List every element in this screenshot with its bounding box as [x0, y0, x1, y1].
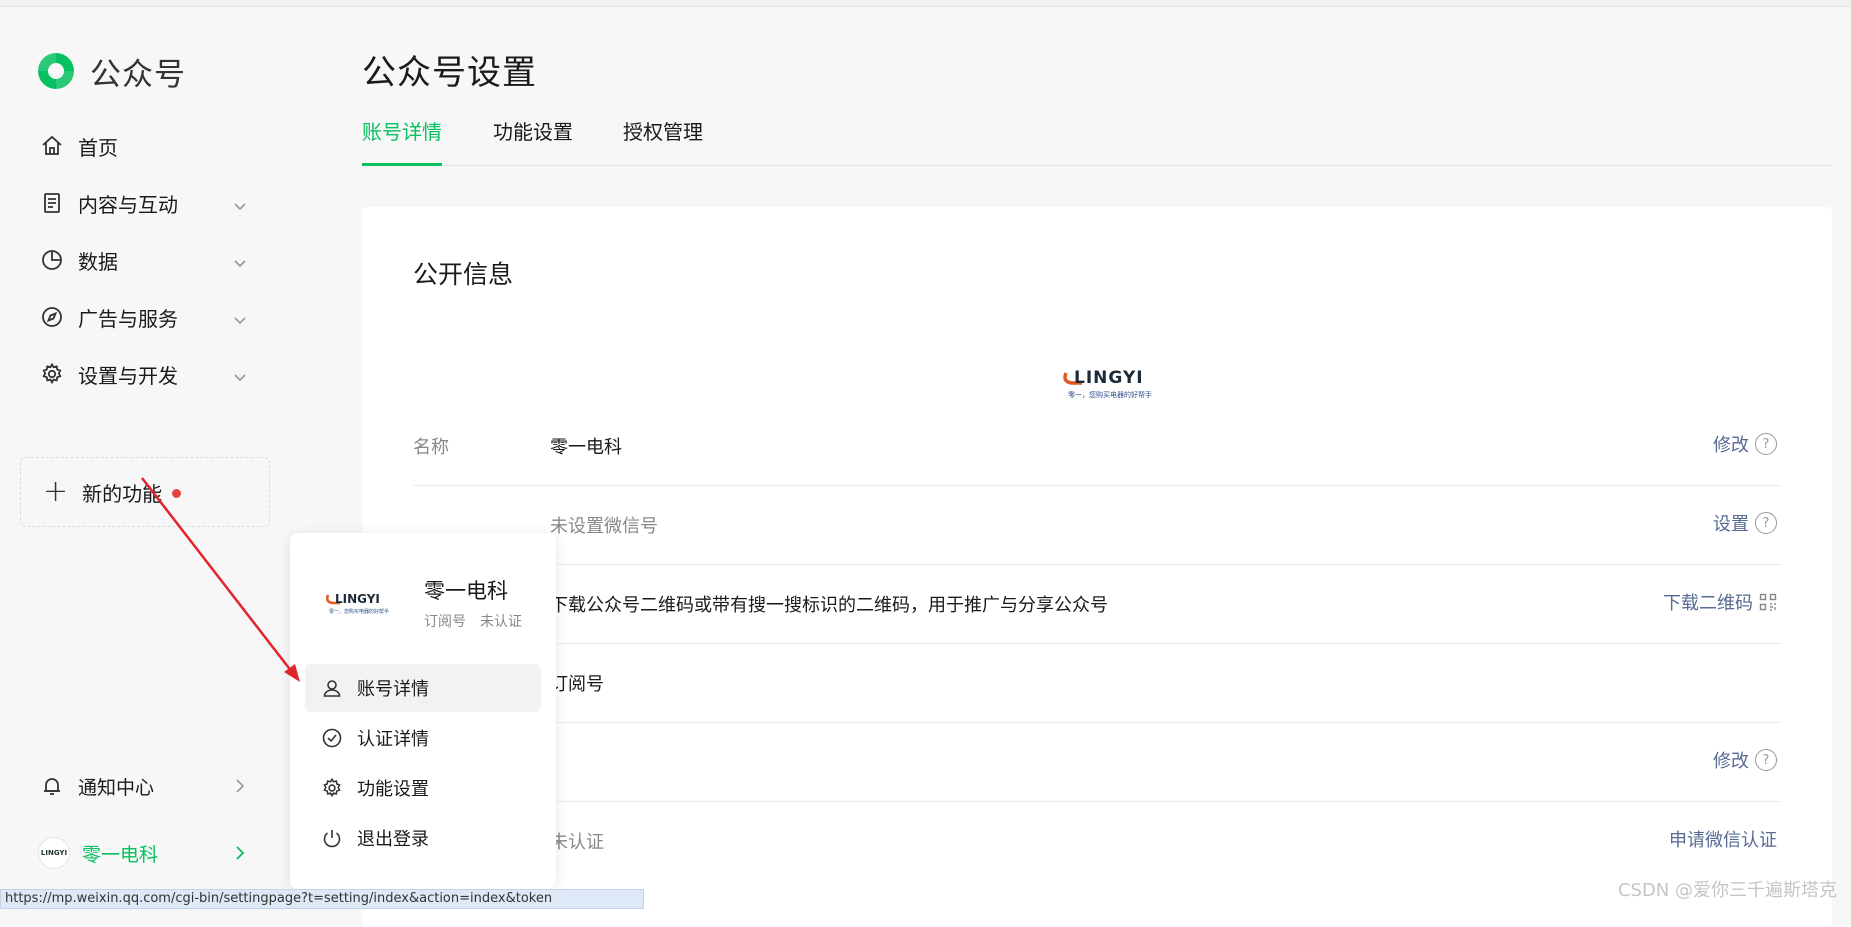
action-label: 修改	[1713, 751, 1749, 772]
plus-icon: +	[43, 474, 69, 509]
row-value: 未设置微信号	[550, 516, 658, 537]
popover-header: LINGYI 零一，您购买电器的好帮手 零一电科 订阅号 未认证	[320, 573, 550, 643]
sidebar-item-label: 数据	[78, 249, 118, 274]
download-qrcode-link[interactable]: 下载二维码	[1663, 589, 1777, 615]
apply-verification-link[interactable]: 申请微信认证	[1669, 826, 1777, 852]
account-logo: LINGYI 零一，您购买电器的好帮手	[325, 592, 389, 615]
popover-item-label: 功能设置	[357, 779, 429, 800]
info-row-wechat-id: 未设置微信号 设置 ?	[413, 486, 1781, 565]
sidebar-item-label: 广告与服务	[78, 306, 178, 331]
page-title: 公众号设置	[362, 53, 537, 93]
action-label: 申请微信认证	[1669, 830, 1777, 851]
info-row-intro: 修改 ?	[413, 723, 1781, 802]
row-value: 未认证	[550, 832, 604, 853]
sidebar-item-content[interactable]: 内容与互动	[20, 177, 260, 229]
sidebar-account[interactable]: LINGYI 零一电科	[20, 827, 260, 879]
brand-title: 公众号	[90, 56, 186, 93]
tab-authorization[interactable]: 授权管理	[623, 115, 703, 163]
tab-account-details[interactable]: 账号详情	[362, 115, 442, 166]
brand[interactable]: 公众号	[34, 47, 186, 95]
sidebar-item-home[interactable]: 首页	[20, 120, 260, 172]
row-value: 零一电科	[550, 437, 622, 458]
popover-item-verification[interactable]: 认证详情	[305, 714, 541, 762]
account-type: 订阅号	[424, 614, 466, 630]
popover-item-label: 退出登录	[357, 829, 429, 850]
action-label: 设置	[1713, 514, 1749, 535]
info-row-type: 订阅号	[413, 644, 1781, 723]
user-icon	[321, 677, 343, 699]
sidebar-item-notifications[interactable]: 通知中心	[20, 760, 260, 812]
window-top-edge	[0, 0, 1851, 7]
help-icon[interactable]: ?	[1755, 433, 1777, 455]
account-logo: LINGYI 零一，您购买电器的好帮手	[1063, 368, 1152, 399]
gear-icon	[40, 362, 64, 386]
help-icon[interactable]: ?	[1755, 512, 1777, 534]
action-label: 下载二维码	[1663, 593, 1753, 614]
pie-chart-icon	[40, 248, 64, 272]
notifications-label: 通知中心	[78, 776, 155, 799]
popover-item-label: 账号详情	[357, 679, 429, 700]
popover-item-feature-settings[interactable]: 功能设置	[305, 764, 541, 812]
sidebar-item-label: 设置与开发	[78, 363, 178, 388]
svg-text:零一，您购买电器的好帮手: 零一，您购买电器的好帮手	[1068, 390, 1152, 399]
info-row-verification: 未认证 申请微信认证	[413, 802, 1781, 880]
chevron-right-icon	[232, 777, 248, 795]
chevron-down-icon	[232, 309, 248, 325]
home-icon	[40, 134, 64, 158]
popover-account-meta: 订阅号 未认证	[424, 611, 522, 631]
chevron-down-icon	[232, 252, 248, 268]
new-feature-button[interactable]: + 新的功能	[20, 457, 270, 527]
account-name: 零一电科	[82, 843, 159, 866]
row-value: 下载公众号二维码或带有搜一搜标识的二维码，用于推广与分享公众号	[550, 595, 1108, 616]
info-row-qrcode: 下载公众号二维码或带有搜一搜标识的二维码，用于推广与分享公众号 下载二维码	[413, 565, 1781, 644]
gear-icon	[321, 777, 343, 799]
sidebar: 公众号 首页 内容与互动 数据 广告与服务 设置与开发 + 新的功能 通知中心 …	[0, 7, 320, 907]
edit-intro-link[interactable]: 修改 ?	[1713, 747, 1777, 773]
bell-icon	[40, 774, 64, 798]
sidebar-item-data[interactable]: 数据	[20, 234, 260, 286]
sidebar-item-settings[interactable]: 设置与开发	[20, 348, 260, 400]
sidebar-item-label: 首页	[78, 135, 118, 160]
account-popover: LINGYI 零一，您购买电器的好帮手 零一电科 订阅号 未认证 账号详情 认证详…	[290, 533, 556, 889]
tab-bar: 账号详情 功能设置 授权管理	[362, 115, 1832, 166]
sidebar-item-label: 内容与互动	[78, 192, 178, 217]
power-icon	[321, 827, 343, 849]
popover-item-logout[interactable]: 退出登录	[305, 814, 541, 862]
row-label: 名称	[413, 437, 449, 458]
section-title: 公开信息	[413, 260, 514, 289]
chevron-right-icon	[232, 844, 248, 862]
set-wechat-id-link[interactable]: 设置 ?	[1713, 510, 1777, 536]
qrcode-icon	[1759, 593, 1777, 611]
public-info-card: 公开信息 LINGYI 零一，您购买电器的好帮手 名称 零一电科 修改 ? 未设…	[362, 207, 1832, 927]
watermark: CSDN @爱你三千遍斯塔克	[1617, 880, 1837, 901]
svg-text:零一，您购买电器的好帮手: 零一，您购买电器的好帮手	[329, 608, 389, 615]
new-feature-label: 新的功能	[82, 481, 163, 506]
verification-status: 未认证	[480, 614, 522, 630]
chevron-down-icon	[232, 366, 248, 382]
chevron-down-icon	[232, 195, 248, 211]
popover-item-account-details[interactable]: 账号详情	[305, 664, 541, 712]
compass-icon	[40, 305, 64, 329]
status-url-bar: https://mp.weixin.qq.com/cgi-bin/setting…	[0, 889, 644, 909]
new-badge-dot	[172, 488, 182, 498]
document-icon	[40, 191, 64, 215]
wechat-official-logo-icon	[38, 53, 74, 89]
tab-feature-settings[interactable]: 功能设置	[493, 115, 573, 163]
row-value: 订阅号	[550, 674, 604, 695]
sidebar-item-ads[interactable]: 广告与服务	[20, 291, 260, 343]
svg-text:LINGYI: LINGYI	[335, 592, 380, 606]
avatar: LINGYI	[38, 837, 70, 869]
popover-account-name: 零一电科	[424, 579, 508, 603]
popover-item-label: 认证详情	[357, 729, 429, 750]
svg-text:LINGYI: LINGYI	[1074, 368, 1144, 388]
check-circle-icon	[321, 727, 343, 749]
action-label: 修改	[1713, 435, 1749, 456]
edit-name-link[interactable]: 修改 ?	[1713, 431, 1777, 457]
info-row-name: 名称 零一电科 修改 ?	[413, 407, 1781, 486]
help-icon[interactable]: ?	[1755, 749, 1777, 771]
